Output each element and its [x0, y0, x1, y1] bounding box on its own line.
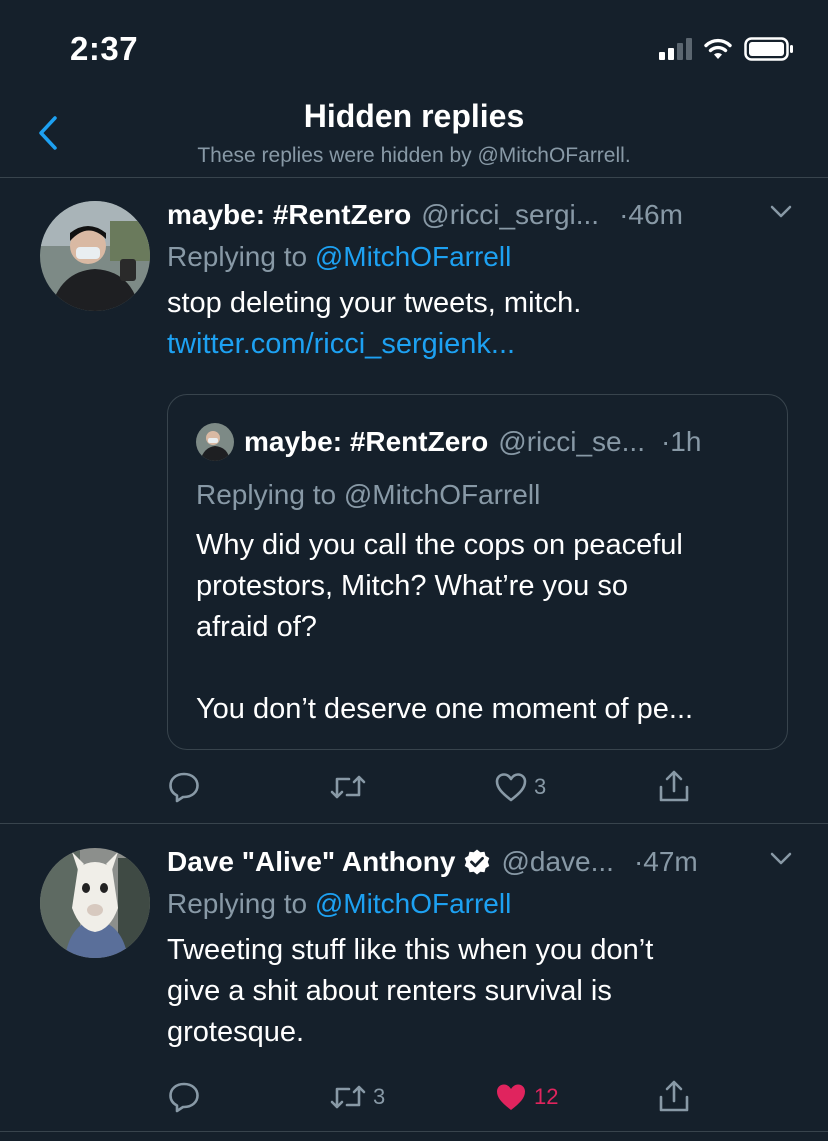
replying-to-prefix: Replying to: [167, 888, 315, 919]
quoted-avatar: [196, 423, 234, 461]
share-icon: [659, 770, 689, 802]
replying-to-prefix: Replying to: [167, 241, 315, 272]
reply-icon: [169, 772, 199, 803]
quoted-text-line: You don’t deserve one moment of pe...: [196, 693, 694, 725]
reply-icon: [169, 1082, 199, 1113]
share-icon: [659, 1080, 689, 1112]
avatar-image: [40, 201, 150, 311]
tweet-2[interactable]: Dave "Alive" Anthony @dave... ·47m Reply…: [0, 824, 828, 1132]
author-name[interactable]: Dave "Alive" Anthony: [167, 846, 455, 878]
quoted-replying-mention: @MitchOFarrell: [343, 479, 541, 510]
tweet-text-line: give a shit about renters survival is: [167, 975, 612, 1007]
avatar[interactable]: [40, 848, 150, 958]
replying-to-mention[interactable]: @MitchOFarrell: [315, 241, 511, 272]
header: Hidden replies These replies were hidden…: [0, 90, 828, 178]
retweet-icon: [330, 775, 366, 799]
tweet-timestamp: ·47m: [633, 846, 698, 877]
tweet-text: Tweeting stuff like this when you don’t …: [167, 930, 798, 1053]
quoted-text-line: protestors, Mitch? What’re you so: [196, 570, 628, 602]
tweet-actions: 3: [167, 767, 707, 807]
quoted-tweet[interactable]: maybe: #RentZero @ricci_se... ·1h Replyi…: [167, 394, 788, 750]
tweet-header: Dave "Alive" Anthony @dave... ·47m: [167, 844, 798, 880]
like-icon: [495, 773, 527, 802]
battery-icon: [744, 37, 793, 61]
quoted-author-handle: @ricci_se...: [498, 426, 645, 457]
chevron-down-icon: [770, 852, 792, 865]
quoted-timestamp: ·1h: [660, 426, 702, 457]
retweet-count: 3: [373, 1084, 386, 1109]
quoted-tweet-text: Why did you call the cops on peaceful pr…: [196, 525, 757, 730]
quoted-text-line: [196, 648, 757, 689]
retweet-button[interactable]: 3: [329, 1081, 385, 1113]
like-count: 12: [534, 1084, 559, 1109]
replying-to-mention[interactable]: @MitchOFarrell: [315, 888, 511, 919]
chevron-down-icon: [770, 205, 792, 218]
tweet-timestamp: ·46m: [619, 199, 683, 230]
tweet-link[interactable]: twitter.com/ricci_sergienk...: [167, 324, 798, 365]
quoted-author-name: maybe: #RentZero: [244, 426, 489, 457]
tweet-body: maybe: #RentZero @ricci_sergi... ·46m Re…: [167, 197, 798, 365]
replying-to: Replying to @MitchOFarrell: [167, 241, 798, 273]
quoted-tweet-header: maybe: #RentZero @ricci_se... ·1h: [196, 423, 701, 461]
tweet-text-line: stop deleting your tweets, mitch.: [167, 287, 582, 319]
status-bar: 2:37: [0, 0, 828, 90]
status-time: 2:37: [70, 30, 139, 67]
retweet-button[interactable]: [329, 771, 373, 803]
like-button[interactable]: 3: [494, 771, 546, 803]
verified-badge-icon: [463, 848, 491, 876]
retweet-icon: [330, 1085, 366, 1109]
status-icons: [659, 36, 794, 62]
page-title: Hidden replies: [303, 98, 525, 134]
replying-to: Replying to @MitchOFarrell: [167, 888, 798, 920]
tweet-text: stop deleting your tweets, mitch. twitte…: [167, 283, 798, 365]
tweet-text-line: grotesque.: [167, 1016, 305, 1048]
quoted-replying-prefix: Replying to: [196, 479, 344, 510]
tweet-body: Dave "Alive" Anthony @dave... ·47m Reply…: [167, 844, 798, 1053]
like-filled-icon: [497, 1084, 525, 1110]
author-name[interactable]: maybe: #RentZero: [167, 199, 411, 231]
avatar[interactable]: [40, 201, 150, 311]
like-button[interactable]: 12: [494, 1081, 558, 1113]
author-handle: @dave...: [501, 846, 614, 877]
tweet-menu-button[interactable]: [768, 199, 794, 230]
reply-button[interactable]: [167, 1080, 207, 1114]
tweet-actions: 3 12: [167, 1077, 707, 1117]
tweet-text-line: Tweeting stuff like this when you don’t: [167, 934, 654, 966]
avatar-image: [40, 848, 150, 958]
tweet-menu-button[interactable]: [768, 846, 794, 877]
reply-button[interactable]: [167, 770, 207, 804]
quoted-text-line: Why did you call the cops on peaceful: [196, 529, 683, 561]
share-button[interactable]: [657, 1079, 691, 1115]
page-subtitle: These replies were hidden by @MitchOFarr…: [197, 144, 631, 167]
wifi-icon: [704, 38, 732, 59]
author-handle: @ricci_sergi...: [421, 199, 600, 230]
like-count: 3: [534, 774, 547, 799]
tweet-header: maybe: #RentZero @ricci_sergi... ·46m: [167, 197, 798, 233]
share-button[interactable]: [657, 769, 691, 805]
tweet-1[interactable]: maybe: #RentZero @ricci_sergi... ·46m Re…: [0, 179, 828, 824]
signal-icon: [659, 38, 692, 60]
quoted-replying-to: Replying to @MitchOFarrell: [196, 479, 540, 511]
quoted-text-line: afraid of?: [196, 611, 317, 643]
